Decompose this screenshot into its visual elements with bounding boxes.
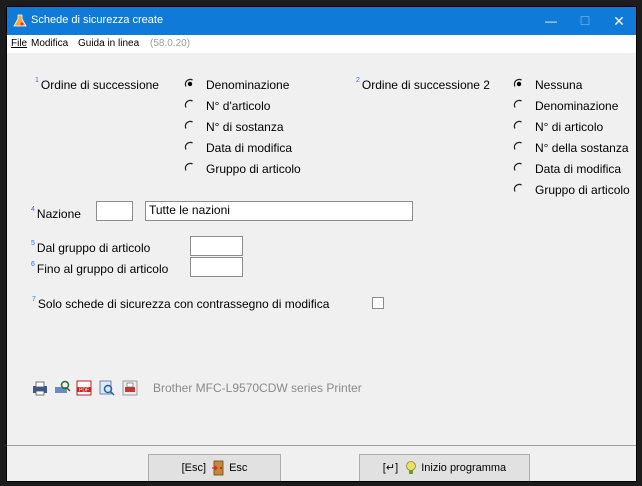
radio-label: Denominazione (535, 99, 619, 113)
radio-label: Gruppo di articolo (535, 183, 630, 197)
esc-button[interactable]: [Esc] Esc (148, 454, 281, 481)
printer-icon[interactable] (31, 379, 49, 397)
version-label: (58.0.20) (150, 38, 191, 49)
radio-label: N° della sostanza (535, 141, 629, 155)
radio-icon (513, 99, 522, 108)
nation-name-field[interactable]: Tutte le nazioni (145, 201, 413, 221)
sort2-label: 2 Ordine di successione 2 (356, 77, 490, 92)
radio-icon (184, 120, 193, 129)
title-bar: Schede di sicurezza create — ☐ ✕ (7, 7, 636, 35)
radio-label: N° d'articolo (206, 99, 271, 113)
group-from-label: 5 Dal gruppo di articolo (31, 240, 151, 255)
search-settings-icon[interactable] (98, 379, 116, 397)
print-preview-icon[interactable] (53, 379, 71, 397)
start-program-button[interactable]: [↵] Inizio programma (359, 454, 530, 481)
radio-icon (513, 120, 522, 129)
printer-name[interactable]: Brother MFC-L9570CDW series Printer (153, 381, 362, 395)
only-modified-label: 7 Solo schede di sicurezza con contrasseg… (32, 296, 330, 311)
nation-label: 4 Nazione (31, 206, 81, 221)
exit-door-icon (212, 460, 224, 476)
radio-icon (513, 162, 522, 171)
app-window: Schede di sicurezza create — ☐ ✕ File Mo… (6, 6, 637, 482)
radio-label: Data di modifica (206, 141, 293, 155)
radio-icon (513, 183, 522, 192)
pdf-export-icon[interactable]: PDF (75, 379, 93, 397)
radio-label: Nessuna (535, 78, 583, 92)
app-flask-icon (13, 14, 27, 27)
only-modified-checkbox[interactable] (372, 297, 384, 309)
radio-icon (184, 162, 193, 171)
radio-icon (184, 141, 193, 150)
menu-help[interactable]: Guida in linea (78, 38, 139, 49)
button-bar: [Esc] Esc [↵] Inizio programma (7, 446, 636, 481)
group-from-field[interactable] (190, 236, 243, 256)
radio-label: N° di sostanza (206, 120, 284, 134)
radio-icon (184, 99, 193, 108)
printer-setup-icon[interactable] (121, 379, 139, 397)
menu-bar: File Modifica Guida in linea (58.0.20) (7, 35, 636, 53)
radio-icon (513, 78, 522, 87)
svg-text:PDF: PDF (79, 387, 89, 393)
window-title: Schede di sicurezza create (31, 14, 164, 26)
radio-label: Gruppo di articolo (206, 162, 301, 176)
menu-edit[interactable]: Modifica (31, 38, 68, 49)
radio-label: Data di modifica (535, 162, 622, 176)
sort1-label: 1 Ordine di successione (35, 77, 159, 92)
close-button[interactable]: ✕ (602, 7, 636, 35)
group-to-label: 6 Fino al gruppo di articolo (31, 261, 169, 276)
minimize-button[interactable]: — (534, 7, 568, 35)
lightbulb-icon (406, 461, 417, 475)
group-to-field[interactable] (190, 257, 243, 277)
form-area: 1 Ordine di successione Denominazione N° d… (7, 53, 636, 481)
radio-label: N° di articolo (535, 120, 604, 134)
radio-label: Denominazione (206, 78, 290, 92)
nation-code-field[interactable] (96, 201, 133, 221)
radio-icon (513, 141, 522, 150)
maximize-button[interactable]: ☐ (568, 7, 602, 35)
menu-file[interactable]: File (11, 38, 27, 49)
radio-icon (184, 78, 193, 87)
